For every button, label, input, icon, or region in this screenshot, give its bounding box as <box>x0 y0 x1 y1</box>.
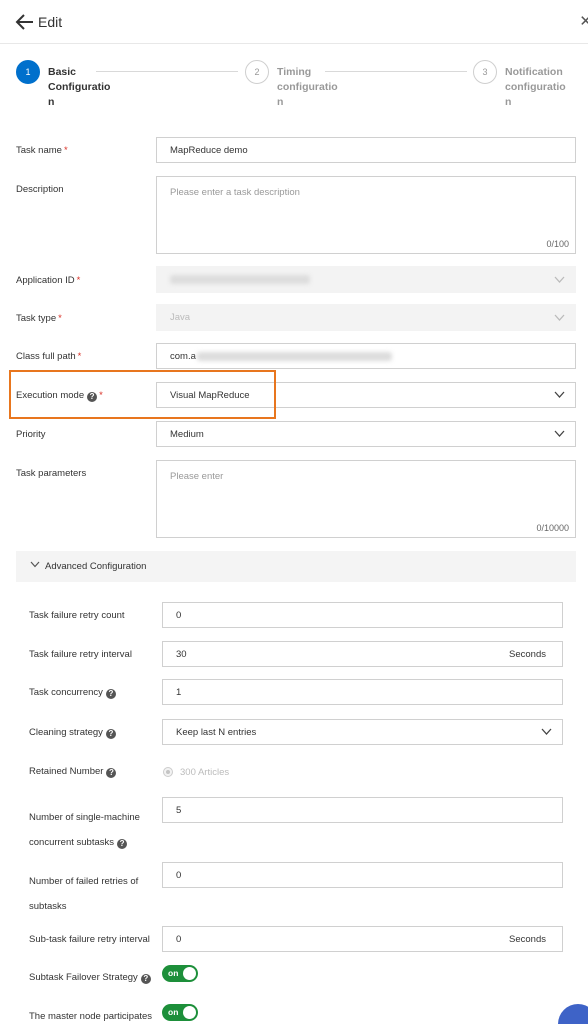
subtask-retry-interval-input[interactable]: 0 Seconds <box>162 926 563 952</box>
redacted-value <box>170 275 310 284</box>
chevron-down-icon <box>554 276 565 283</box>
failover-strategy-switch[interactable]: on <box>162 965 198 982</box>
help-icon[interactable]: ? <box>105 729 116 739</box>
class-full-path-label: Class full path * <box>16 351 82 362</box>
help-icon[interactable]: ? <box>105 689 116 699</box>
master-node-switch[interactable]: on <box>162 1004 198 1021</box>
retry-interval-label: Task failure retry interval <box>29 649 132 660</box>
priority-select[interactable]: Medium <box>156 421 576 447</box>
advanced-configuration-toggle[interactable]: Advanced Configuration <box>16 551 576 582</box>
page-title: Edit <box>38 14 63 30</box>
help-icon[interactable]: ? <box>117 839 128 849</box>
step-connector <box>325 71 467 72</box>
application-id-select <box>156 266 576 293</box>
task-name-label: Task name * <box>16 145 68 156</box>
retained-number-label: Retained Number? <box>29 766 117 778</box>
back-arrow-icon[interactable] <box>14 11 36 33</box>
chevron-down-icon <box>554 314 565 321</box>
step-2-indicator: 2 <box>245 60 269 84</box>
failover-strategy-label: Subtask Failover Strategy? <box>29 972 151 984</box>
chevron-down-icon <box>541 728 552 735</box>
help-assistant-icon[interactable] <box>558 1004 588 1024</box>
step-connector <box>96 71 238 72</box>
task-type-label: Task type * <box>16 313 62 324</box>
description-label: Description <box>16 184 64 195</box>
single-machine-subtasks-input[interactable]: 5 <box>162 797 563 823</box>
application-id-label: Application ID * <box>16 275 81 286</box>
help-icon[interactable]: ? <box>140 974 151 984</box>
retry-interval-input[interactable]: 30 Seconds <box>162 641 563 667</box>
step-3-indicator: 3 <box>473 60 497 84</box>
cleaning-strategy-label: Cleaning strategy? <box>29 727 116 739</box>
seconds-suffix: Seconds <box>509 933 546 945</box>
concurrency-label: Task concurrency? <box>29 687 116 699</box>
task-name-input[interactable]: MapReduce demo <box>156 137 576 163</box>
seconds-suffix: Seconds <box>509 648 546 660</box>
task-parameters-counter: 0/10000 <box>536 523 569 533</box>
close-icon[interactable]: ✕ <box>579 12 588 30</box>
failed-retries-label: Number of failed retries of subtasks <box>29 876 139 912</box>
step-3-label: Notification configuratio n <box>505 66 566 108</box>
retry-count-label: Task failure retry count <box>29 610 125 621</box>
help-icon[interactable]: ? <box>106 768 117 778</box>
description-textarea[interactable]: Please enter a task description 0/100 <box>156 176 576 254</box>
concurrency-input[interactable]: 1 <box>162 679 563 705</box>
priority-label: Priority <box>16 429 46 440</box>
task-parameters-textarea[interactable]: Please enter 0/10000 <box>156 460 576 538</box>
task-parameters-label: Task parameters <box>16 468 87 479</box>
single-machine-subtasks-label: Number of single-machine concurrent subt… <box>29 812 140 849</box>
drawer-header: Edit ✕ <box>0 0 588 44</box>
retained-number-value: 300 Articles <box>180 767 230 778</box>
chevron-down-icon <box>554 391 565 398</box>
failed-retries-input[interactable]: 0 <box>162 862 563 888</box>
class-full-path-input[interactable]: com.a <box>156 343 576 369</box>
chevron-down-icon <box>554 430 565 437</box>
retry-count-input[interactable]: 0 <box>162 602 563 628</box>
step-1-indicator: 1 <box>16 60 40 84</box>
chevron-down-icon <box>30 561 40 568</box>
task-type-select: Java <box>156 304 576 331</box>
retained-number-radio <box>163 767 173 777</box>
redacted-value <box>196 351 392 361</box>
highlight-box <box>9 370 276 419</box>
master-node-label: The master node participates <box>29 1011 153 1022</box>
subtask-retry-interval-label: Sub-task failure retry interval <box>29 934 150 945</box>
description-counter: 0/100 <box>546 239 569 249</box>
cleaning-strategy-select[interactable]: Keep last N entries <box>162 719 563 745</box>
